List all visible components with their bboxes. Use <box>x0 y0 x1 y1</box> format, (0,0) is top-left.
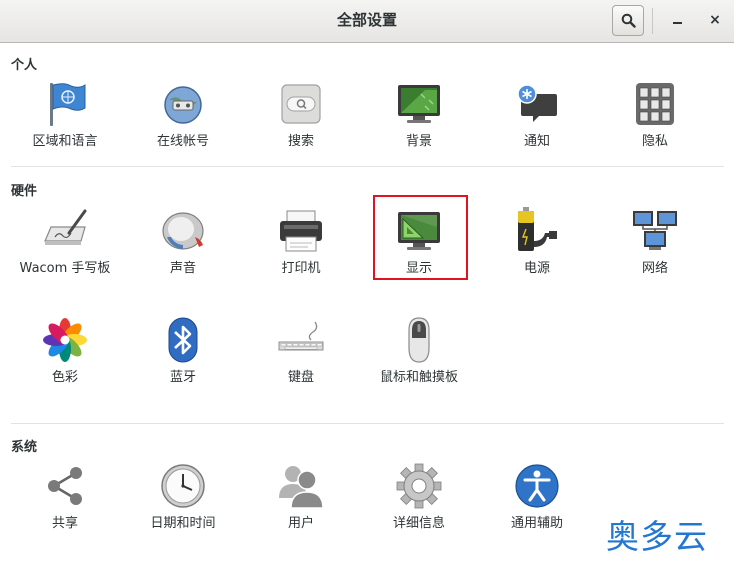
battery-plug-icon <box>513 207 561 255</box>
accessibility-icon <box>513 462 561 510</box>
keyboard-icon <box>277 316 325 364</box>
settings-item-sharing[interactable]: 共享 <box>11 462 119 533</box>
clock-icon <box>159 462 207 510</box>
settings-item-details[interactable]: 详细信息 <box>365 462 473 533</box>
settings-item-date-time[interactable]: 日期和时间 <box>129 462 237 533</box>
settings-item-label: 区域和语言 <box>32 134 98 149</box>
settings-item-label: 详细信息 <box>392 516 445 531</box>
close-icon: × <box>709 12 721 28</box>
settings-item-label: 鼠标和触摸板 <box>379 370 458 385</box>
settings-item-label: 声音 <box>169 261 196 276</box>
printer-icon <box>277 207 325 255</box>
settings-item-label: 用户 <box>287 516 314 531</box>
settings-item-search[interactable]: 搜索 <box>247 80 355 151</box>
search-button[interactable] <box>612 5 644 36</box>
settings-item-background[interactable]: 背景 <box>365 80 473 151</box>
minimize-icon <box>672 22 682 24</box>
settings-item-keyboard[interactable]: 键盘 <box>247 316 355 387</box>
settings-item-label: 电源 <box>523 261 550 276</box>
mouse-icon <box>395 316 443 364</box>
settings-item-sound[interactable]: 声音 <box>129 207 237 278</box>
section-title-hardware: 硬件 <box>11 184 38 199</box>
settings-item-network[interactable]: 网络 <box>601 207 709 278</box>
settings-item-power[interactable]: 电源 <box>483 207 591 278</box>
settings-item-label: 网络 <box>641 261 668 276</box>
gear-icon <box>395 462 443 510</box>
close-button[interactable]: × <box>702 8 728 34</box>
users-icon <box>277 462 325 510</box>
settings-item-label: 打印机 <box>281 261 321 276</box>
section-divider <box>11 423 724 424</box>
settings-item-accessibility[interactable]: 通用辅助 <box>483 462 591 533</box>
settings-item-wacom[interactable]: Wacom 手写板 <box>11 207 119 278</box>
settings-item-online-accounts[interactable]: 在线帐号 <box>129 80 237 151</box>
settings-item-label: 蓝牙 <box>169 370 196 385</box>
settings-item-label: 键盘 <box>287 370 314 385</box>
settings-item-users[interactable]: 用户 <box>247 462 355 533</box>
flag-globe-icon <box>41 80 89 128</box>
online-accounts-icon <box>159 80 207 128</box>
settings-item-bluetooth[interactable]: 蓝牙 <box>129 316 237 387</box>
search-icon <box>621 13 636 28</box>
notifications-icon <box>513 80 561 128</box>
settings-item-printer[interactable]: 打印机 <box>247 207 355 278</box>
settings-item-notifications[interactable]: 通知 <box>483 80 591 151</box>
title-bar: 全部设置 × <box>0 0 734 43</box>
settings-item-label: 搜索 <box>287 134 314 149</box>
share-icon <box>41 462 89 510</box>
section-divider <box>11 166 724 167</box>
bluetooth-icon <box>159 316 207 364</box>
section-title-personal: 个人 <box>11 58 38 73</box>
search-settings-icon <box>277 80 325 128</box>
settings-item-display[interactable]: 显示 <box>365 207 473 278</box>
settings-item-label: 通用辅助 <box>510 516 563 531</box>
settings-item-label: 背景 <box>405 134 432 149</box>
settings-item-label: 共享 <box>51 516 78 531</box>
color-flower-icon <box>41 316 89 364</box>
settings-item-mouse-touchpad[interactable]: 鼠标和触摸板 <box>365 316 473 387</box>
minimize-button[interactable] <box>664 8 690 34</box>
section-title-system: 系统 <box>11 440 38 455</box>
watermark-text: 奥多云 <box>606 517 708 556</box>
settings-item-region-language[interactable]: 区域和语言 <box>11 80 119 151</box>
wacom-tablet-icon <box>41 207 89 255</box>
display-monitor-icon <box>395 207 443 255</box>
settings-item-label: Wacom 手写板 <box>19 261 111 276</box>
titlebar-separator <box>652 8 653 34</box>
settings-item-label: 色彩 <box>51 370 78 385</box>
settings-item-color[interactable]: 色彩 <box>11 316 119 387</box>
settings-item-label: 日期和时间 <box>150 516 216 531</box>
privacy-lock-icon <box>631 80 679 128</box>
network-computers-icon <box>631 207 679 255</box>
settings-item-label: 隐私 <box>641 134 668 149</box>
background-monitor-icon <box>395 80 443 128</box>
settings-item-label: 通知 <box>523 134 550 149</box>
settings-item-privacy[interactable]: 隐私 <box>601 80 709 151</box>
speaker-icon <box>159 207 207 255</box>
settings-item-label: 在线帐号 <box>156 134 209 149</box>
settings-item-label: 显示 <box>405 261 432 276</box>
